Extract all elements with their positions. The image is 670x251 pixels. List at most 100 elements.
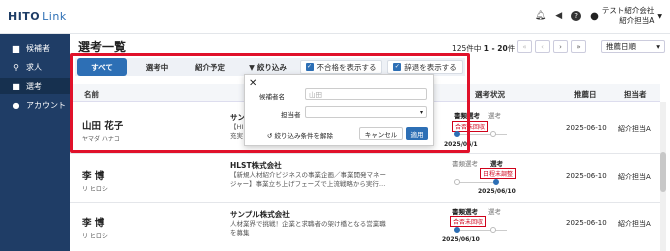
clear-filter-button[interactable]: ↺ 絞り込み条件を解除 <box>267 130 333 140</box>
company-name[interactable]: サンプル株式会社 <box>230 209 395 220</box>
tab-in-progress[interactable]: 選考中 <box>135 58 179 76</box>
prev-page-button[interactable]: ‹ <box>535 40 550 53</box>
job-desc-line-1: 【新規人材紹介ビジネスの事業企画／事業開発マネー <box>230 171 386 179</box>
sidebar-item-label: 選考 <box>26 81 42 91</box>
user-name: 紹介担当A <box>619 16 655 25</box>
sidebar-item-label: 候補者 <box>26 43 50 53</box>
company-name[interactable]: HLST株式会社 <box>230 160 395 171</box>
sidebar-item-jobs[interactable]: ⚲ 求人 <box>0 59 70 75</box>
candidate-name-label: 候補者名 <box>259 93 285 101</box>
stage-prev-label: 書類選考 <box>452 160 478 168</box>
user-icon: ● <box>12 100 20 110</box>
column-name: 名前 <box>84 90 99 99</box>
user-icon: ● <box>590 10 599 22</box>
stage-dot-current <box>454 227 460 233</box>
chevron-down-icon: ▾ <box>419 108 423 116</box>
scrollbar-thumb[interactable] <box>660 152 666 192</box>
user-company: テスト紹介会社 <box>601 6 655 15</box>
clear-filter-label: 絞り込み条件を解除 <box>274 132 334 140</box>
job-cell: サンプル株式会社 人材業界で挑戦！企業と求職者の架け橋となる営業職 を募集 <box>230 209 395 238</box>
pagination: « ‹ › » <box>517 40 589 53</box>
recommend-date: 2025-06-10 <box>566 219 607 227</box>
stage-dot-current <box>493 179 499 185</box>
chevron-down-icon: ▾ <box>656 42 660 51</box>
candidate-cell: 山田 花子 ヤマダ ハナコ <box>82 118 123 143</box>
job-desc-line-2: ジャー】事業立ち上げフェーズで上流戦略から実行… <box>230 180 386 188</box>
user-menu[interactable]: ● テスト紹介会社 紹介担当A ▼ <box>590 6 662 26</box>
owner-select[interactable]: ▾ <box>305 106 427 118</box>
undo-icon: ↺ <box>267 132 273 140</box>
sort-select[interactable]: 推薦日順 ▾ <box>601 40 665 53</box>
stage-current-label: 書類選考 <box>454 112 480 120</box>
sidebar: HITO Link ▆ 候補者 ⚲ 求人 ■ 選考 ● アカウント <box>0 0 70 251</box>
app-logo[interactable]: HITO Link <box>0 0 70 34</box>
apply-button[interactable]: 適用 <box>406 127 428 140</box>
checkbox-checked-icon: ✓ <box>305 63 314 71</box>
first-page-button[interactable]: « <box>517 40 532 53</box>
progress-track <box>457 182 497 183</box>
sidebar-item-label: 求人 <box>26 62 42 72</box>
briefcase-icon: ■ <box>12 81 20 91</box>
next-page-button[interactable]: › <box>553 40 568 53</box>
sidebar-item-label: アカウント <box>26 100 66 110</box>
recommend-date: 2025-06-10 <box>566 124 607 132</box>
show-declined-toggle[interactable]: ✓ 辞退を表示する <box>387 60 463 74</box>
status-badge: 日程未調整 <box>480 168 517 179</box>
candidate-name[interactable]: 李 博 <box>82 168 108 182</box>
show-rejected-toggle[interactable]: ✓ 不合格を表示する <box>300 60 382 74</box>
stage-dot-prev <box>454 179 460 185</box>
stage-date: 2025/06/10 <box>442 236 480 243</box>
candidate-kana: リ ヒロシ <box>82 233 108 240</box>
status-cell: 書類選考 選考 合否未回収 2025/06/1 <box>430 102 540 154</box>
candidate-cell: 李 博 リ ヒロシ <box>82 215 108 240</box>
close-icon[interactable]: ✕ <box>249 78 257 89</box>
tab-scheduled[interactable]: 紹介予定 <box>183 58 237 76</box>
scrollbar[interactable] <box>660 102 666 251</box>
stage-next-label: 選考 <box>488 208 501 216</box>
logo-link-text: Link <box>42 10 67 23</box>
recommend-date: 2025-06-10 <box>566 172 607 180</box>
filter-label: 絞り込み <box>256 62 287 72</box>
sidebar-item-selection[interactable]: ■ 選考 <box>0 78 70 94</box>
last-page-button[interactable]: » <box>571 40 586 53</box>
status-badge: 合否未回収 <box>450 216 487 227</box>
bell-icon[interactable]: 🔔︎ <box>535 11 546 21</box>
page-title: 選考一覧 <box>78 40 127 54</box>
top-actions: 🔔︎ ◀ ? ● テスト紹介会社 紹介担当A ▼ <box>535 6 662 26</box>
id-card-icon: ▆ <box>12 43 20 53</box>
cancel-button[interactable]: キャンセル <box>359 127 403 140</box>
owner-label: 担当者 <box>281 111 301 119</box>
count-prefix: 125件中 <box>452 44 482 53</box>
owner-name: 紹介担当A <box>618 173 651 181</box>
chevron-down-icon: ▼ <box>657 12 662 20</box>
top-bar: 🔔︎ ◀ ? ● テスト紹介会社 紹介担当A ▼ <box>70 0 670 34</box>
stage-date: 2025/06/1 <box>444 141 478 148</box>
job-cell: HLST株式会社 【新規人材紹介ビジネスの事業企画／事業開発マネー ジャー】事業… <box>230 160 395 189</box>
result-count: 125件中 1 - 20件 <box>452 43 515 54</box>
user-info: テスト紹介会社 紹介担当A <box>602 6 655 26</box>
candidate-name[interactable]: 李 博 <box>82 215 108 229</box>
stage-current-label: 書類選考 <box>452 208 478 216</box>
candidate-name-input[interactable]: 山田 <box>305 88 427 100</box>
tab-all[interactable]: すべて <box>77 58 127 76</box>
table-row[interactable]: 李 博 リ ヒロシ サンプル株式会社 人材業界で挑戦！企業と求職者の架け橋となる… <box>70 203 660 251</box>
megaphone-icon[interactable]: ◀ <box>555 11 562 21</box>
job-desc-line-2: を募集 <box>230 229 250 237</box>
status-cell: 書類選考 選考 日程未調整 2025/06/10 <box>430 154 540 203</box>
status-cell: 書類選考 選考 合否未回収 2025/06/10 <box>430 203 540 251</box>
owner-name: 紹介担当A <box>618 125 651 133</box>
stage-dot-next <box>490 227 496 233</box>
stage-dot-next <box>490 131 496 137</box>
help-icon[interactable]: ? <box>571 11 582 21</box>
filter-icon: ▼ <box>249 62 255 72</box>
table-row[interactable]: 李 博 リ ヒロシ HLST株式会社 【新規人材紹介ビジネスの事業企画／事業開発… <box>70 154 660 203</box>
column-status: 選考状況 <box>475 90 505 99</box>
column-owner: 担当者 <box>624 90 647 99</box>
logo-hito-text: HITO <box>8 10 41 23</box>
sidebar-item-account[interactable]: ● アカウント <box>0 97 70 113</box>
candidate-name[interactable]: 山田 花子 <box>82 118 123 132</box>
sort-value: 推薦日順 <box>606 42 636 51</box>
sidebar-nav: ▆ 候補者 ⚲ 求人 ■ 選考 ● アカウント <box>0 34 70 113</box>
sidebar-item-candidates[interactable]: ▆ 候補者 <box>0 40 70 56</box>
show-rejected-label: 不合格を表示する <box>316 62 377 72</box>
